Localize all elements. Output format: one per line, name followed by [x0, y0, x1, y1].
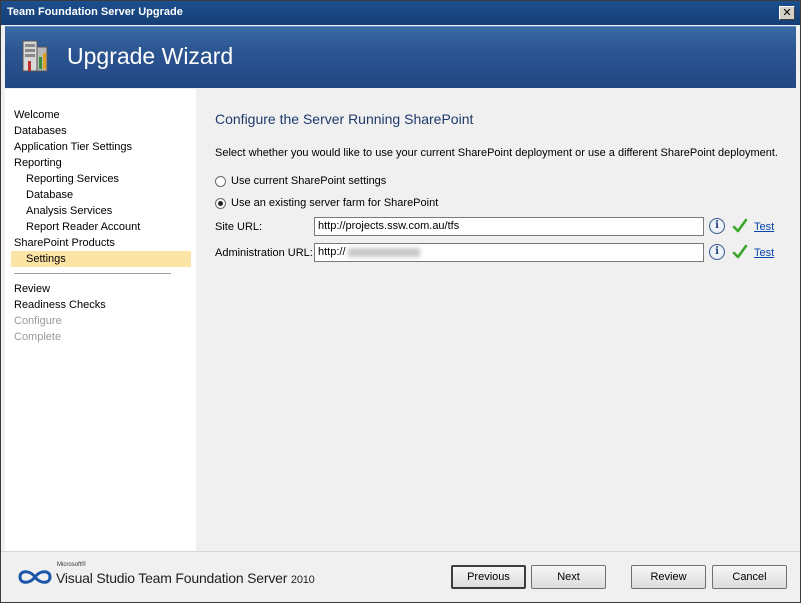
brand-year: 2010 — [290, 574, 315, 586]
check-icon — [732, 218, 748, 233]
site-url-value: http://projects.ssw.com.au/tfs — [318, 220, 460, 232]
info-icon[interactable]: i — [709, 218, 725, 234]
sidebar-item-databases[interactable]: Databases — [14, 124, 67, 138]
sidebar-item-database[interactable]: Database — [26, 188, 73, 202]
sidebar-item-reporting-services[interactable]: Reporting Services — [26, 172, 119, 186]
sidebar-item-settings[interactable]: Settings — [11, 251, 191, 267]
next-button[interactable]: Next — [531, 565, 606, 589]
brand-main: Visual Studio Team Foundation Server — [56, 570, 288, 586]
wizard-banner: Upgrade Wizard — [5, 26, 796, 88]
info-icon[interactable]: i — [709, 244, 725, 260]
window-title: Team Foundation Server Upgrade — [7, 6, 183, 18]
check-icon — [732, 244, 748, 259]
visual-studio-logo-icon — [18, 570, 52, 584]
option-use-current-settings[interactable]: Use current SharePoint settings — [215, 175, 386, 187]
option-label-existing-farm: Use an existing server farm for SharePoi… — [231, 197, 439, 209]
main-content: Configure the Server Running SharePoint … — [196, 89, 796, 551]
option-use-existing-farm[interactable]: Use an existing server farm for SharePoi… — [215, 197, 438, 209]
option-label-current-settings: Use current SharePoint settings — [231, 175, 387, 187]
cancel-button[interactable]: Cancel — [712, 565, 787, 589]
sidebar-item-configure: Configure — [14, 315, 62, 327]
sidebar-item-reporting[interactable]: Reporting — [14, 156, 62, 170]
wizard-window: Team Foundation Server Upgrade ✕ Upgrade… — [0, 0, 801, 603]
radio-current-settings[interactable] — [215, 175, 226, 187]
page-description: Select whether you would like to use you… — [215, 147, 778, 159]
redacted-text — [347, 247, 420, 257]
site-url-input[interactable]: http://projects.ssw.com.au/tfs — [314, 217, 704, 236]
page-title: Configure the Server Running SharePoint — [215, 111, 474, 127]
brand-text: Visual Studio Team Foundation Server 201… — [56, 570, 315, 586]
sidebar-item-report-reader-account[interactable]: Report Reader Account — [26, 220, 140, 234]
admin-url-test-link[interactable]: Test — [754, 247, 774, 259]
site-url-label: Site URL: — [215, 221, 263, 233]
wizard-footer: Microsoft® Visual Studio Team Foundation… — [1, 551, 800, 602]
sidebar-item-application-tier-settings[interactable]: Application Tier Settings — [14, 140, 132, 154]
site-url-test-link[interactable]: Test — [754, 221, 774, 233]
close-button[interactable]: ✕ — [779, 6, 795, 20]
sidebar-item-complete: Complete — [14, 331, 62, 343]
sidebar-item-readiness-checks[interactable]: Readiness Checks — [14, 298, 106, 312]
admin-url-input[interactable]: http:// — [314, 243, 704, 262]
admin-url-label: Administration URL: — [215, 247, 313, 259]
review-button[interactable]: Review — [631, 565, 706, 589]
sidebar-divider — [14, 273, 171, 274]
title-bar: Team Foundation Server Upgrade ✕ — [1, 1, 800, 25]
sidebar-item-welcome[interactable]: Welcome — [14, 108, 60, 122]
radio-existing-farm[interactable] — [215, 197, 226, 209]
wizard-steps-sidebar: Welcome Databases Application Tier Setti… — [5, 89, 196, 551]
wizard-heading: Upgrade Wizard — [67, 43, 234, 69]
server-logo-icon — [22, 40, 48, 72]
sidebar-item-review[interactable]: Review — [14, 282, 50, 296]
sidebar-item-sharepoint-products[interactable]: SharePoint Products — [14, 236, 115, 250]
brand-microsoft: Microsoft® — [57, 562, 86, 568]
admin-url-value: http:// — [318, 246, 346, 258]
sidebar-item-analysis-services[interactable]: Analysis Services — [26, 204, 112, 218]
previous-button[interactable]: Previous — [451, 565, 526, 589]
